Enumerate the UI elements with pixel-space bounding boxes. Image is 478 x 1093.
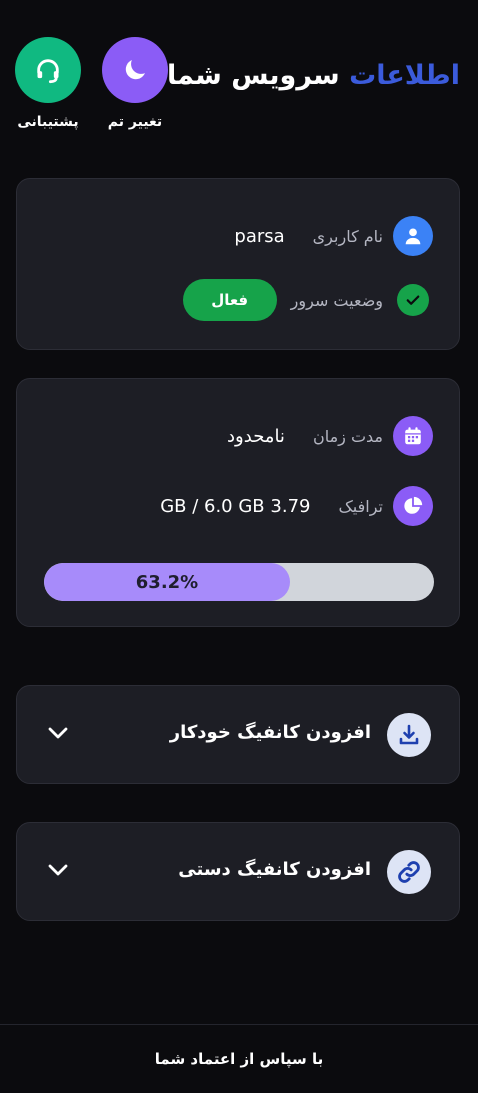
traffic-progress-text: 63.2% bbox=[135, 571, 199, 593]
account-card: نام کاربری parsa وضعیت سرور فعال bbox=[16, 178, 460, 350]
pie-chart-icon bbox=[393, 486, 433, 526]
page-title-accent: اطلاعات bbox=[349, 60, 460, 91]
footer-text: با سپاس از اعتماد شما bbox=[154, 1050, 324, 1068]
auto-config-title: افزودن کانفیگ خودکار bbox=[169, 722, 371, 743]
check-icon bbox=[397, 284, 429, 316]
traffic-value: 3.79 GB / 6.0 GB bbox=[160, 495, 311, 517]
server-status-row: وضعیت سرور فعال bbox=[182, 279, 433, 321]
chevron-down-icon[interactable] bbox=[47, 726, 69, 740]
calendar-icon bbox=[393, 416, 433, 456]
username-row: نام کاربری parsa bbox=[234, 216, 433, 256]
traffic-row: ترافیک 3.79 GB / 6.0 GB bbox=[160, 486, 433, 526]
page-title-rest: سرویس شما bbox=[167, 60, 340, 91]
traffic-progress-bar: 63.2% bbox=[44, 563, 434, 601]
manual-config-title: افزودن کانفیگ دستی bbox=[178, 859, 371, 880]
username-label: نام کاربری bbox=[312, 226, 383, 246]
usage-card: مدت زمان نامحدود ترافیک 3.79 GB / 6.0 GB… bbox=[16, 378, 460, 627]
theme-toggle-button[interactable]: تغییر تم bbox=[102, 37, 168, 130]
footer: با سپاس از اعتماد شما bbox=[0, 1024, 478, 1093]
support-circle[interactable] bbox=[15, 37, 81, 103]
link-icon bbox=[387, 850, 431, 894]
duration-value: نامحدود bbox=[227, 425, 285, 447]
theme-toggle-circle[interactable] bbox=[102, 37, 168, 103]
page-title: اطلاعات سرویس شما bbox=[167, 60, 460, 91]
auto-config-accordion[interactable]: افزودن کانفیگ خودکار bbox=[16, 685, 460, 784]
moon-icon bbox=[125, 60, 145, 80]
download-icon bbox=[387, 713, 431, 757]
traffic-label: ترافیک bbox=[338, 496, 383, 516]
theme-toggle-label: تغییر تم bbox=[107, 114, 163, 130]
header: اطلاعات سرویس شما تغییر تم پشتیبانی bbox=[0, 0, 478, 150]
status-badge: فعال bbox=[182, 279, 277, 321]
user-icon bbox=[393, 216, 433, 256]
support-label: پشتیبانی bbox=[17, 114, 79, 130]
headset-icon bbox=[37, 59, 59, 84]
manual-config-accordion[interactable]: افزودن کانفیگ دستی bbox=[16, 822, 460, 921]
chevron-down-icon[interactable] bbox=[47, 863, 69, 877]
duration-label: مدت زمان bbox=[312, 426, 383, 446]
support-button[interactable]: پشتیبانی bbox=[15, 37, 81, 130]
username-value: parsa bbox=[234, 225, 285, 247]
duration-row: مدت زمان نامحدود bbox=[227, 416, 433, 456]
server-status-label: وضعیت سرور bbox=[290, 290, 383, 310]
